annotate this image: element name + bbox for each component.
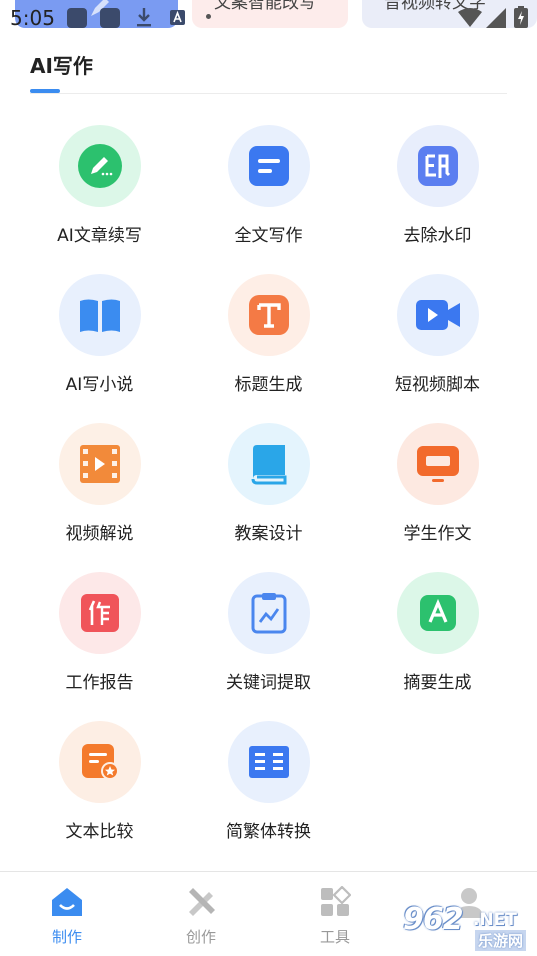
tool-label: 全文写作: [234, 226, 303, 246]
clock: 5:05: [10, 6, 55, 30]
tool-label: 短视频脚本: [395, 375, 480, 395]
report-icon: [80, 594, 119, 632]
dot-icon: [206, 14, 211, 19]
grid-tools-icon: [317, 884, 353, 920]
video-camera-icon: [415, 300, 460, 330]
tool-icon-bg: [227, 423, 310, 505]
tool-label: 简繁体转换: [226, 822, 311, 842]
tool-icon-bg: [396, 274, 479, 356]
tool-icon-bg: [58, 274, 141, 356]
tool-text-compare[interactable]: 文本比较: [15, 721, 184, 869]
app-square-icon: [67, 8, 87, 28]
banner-text: 文案智能改写: [214, 0, 316, 13]
tool-icon-bg: [227, 721, 310, 803]
nav-tools[interactable]: 工具: [268, 872, 402, 956]
tool-label: 学生作文: [403, 524, 472, 544]
tool-simplified-traditional-convert[interactable]: 简繁体转换: [184, 721, 353, 869]
stamp-icon: [417, 146, 458, 186]
notification-banner-3[interactable]: 音视频转文字: [362, 0, 537, 28]
tool-icon-bg: [396, 572, 479, 654]
tool-label: 标题生成: [234, 375, 303, 395]
tool-label: 工作报告: [65, 673, 134, 693]
clipboard-chart-icon: [251, 593, 286, 634]
ruler-pen-icon: [183, 884, 219, 920]
signal-icon: [486, 8, 506, 28]
tool-label: 关键词提取: [226, 673, 311, 693]
notification-banner-2[interactable]: 文案智能改写: [192, 0, 348, 28]
tool-icon-bg: [58, 721, 141, 803]
tool-icon-bg: [58, 572, 141, 654]
file-star-icon: [81, 744, 119, 780]
battery-charging-icon: [514, 6, 528, 28]
wifi-icon: [458, 8, 482, 27]
tool-icon-bg: [227, 572, 310, 654]
tool-video-commentary[interactable]: 视频解说: [15, 423, 184, 571]
tool-ai-novel[interactable]: AI写小说: [15, 274, 184, 422]
nav-make[interactable]: 制作: [0, 872, 134, 956]
textbook-icon: [251, 445, 286, 485]
tool-lesson-plan[interactable]: 教案设计: [184, 423, 353, 571]
app-square-icon: [100, 8, 120, 28]
letter-a-icon: [419, 595, 456, 631]
nav-label: 创作: [185, 928, 216, 946]
pen-icon: [77, 144, 122, 188]
a-box-icon: [170, 10, 185, 25]
tool-label: 文本比较: [65, 822, 134, 842]
tool-work-report[interactable]: 工作报告: [15, 572, 184, 720]
tool-remove-watermark[interactable]: 去除水印: [353, 125, 522, 273]
tool-student-essay[interactable]: 学生作文: [353, 423, 522, 571]
watermark-sub: 乐游网: [475, 930, 527, 951]
monitor-icon: [416, 446, 459, 482]
film-strip-icon: [79, 445, 120, 483]
watermark-number: 962: [403, 902, 464, 937]
tool-icon-bg: [227, 274, 310, 356]
nav-label: 工具: [319, 928, 350, 946]
watermark-domain: .NET: [473, 910, 517, 930]
open-book-icon: [79, 299, 120, 332]
tool-keyword-extraction[interactable]: 关键词提取: [184, 572, 353, 720]
home-icon: [49, 884, 85, 920]
tool-label: 摘要生成: [403, 673, 472, 693]
tool-icon-bg: [396, 125, 479, 207]
tool-icon-bg: [227, 125, 310, 207]
nav-label: 制作: [51, 928, 82, 946]
site-watermark: 962 .NET 乐游网: [397, 902, 532, 952]
tool-icon-bg: [58, 125, 141, 207]
tool-label: 教案设计: [234, 524, 303, 544]
tool-icon-bg: [58, 423, 141, 505]
divider: [30, 93, 507, 94]
tool-full-text-writing[interactable]: 全文写作: [184, 125, 353, 273]
text-t-icon: [248, 295, 289, 335]
tool-label: 去除水印: [403, 226, 472, 246]
tool-label: AI写小说: [65, 375, 134, 395]
nav-create[interactable]: 创作: [134, 872, 268, 956]
book-grid-icon: [248, 746, 289, 778]
tool-icon-bg: [396, 423, 479, 505]
tool-title-generation[interactable]: 标题生成: [184, 274, 353, 422]
tool-ai-article-continue[interactable]: AI文章续写: [15, 125, 184, 273]
status-bar: 文案智能改写 音视频转文字 5:05: [0, 0, 537, 36]
download-icon: [137, 8, 151, 27]
tool-summary-generation[interactable]: 摘要生成: [353, 572, 522, 720]
document-lines-icon: [248, 146, 289, 186]
tool-short-video-script[interactable]: 短视频脚本: [353, 274, 522, 422]
tool-label: AI文章续写: [57, 226, 142, 246]
section-title[interactable]: AI写作: [30, 50, 93, 79]
tool-label: 视频解说: [65, 524, 134, 544]
